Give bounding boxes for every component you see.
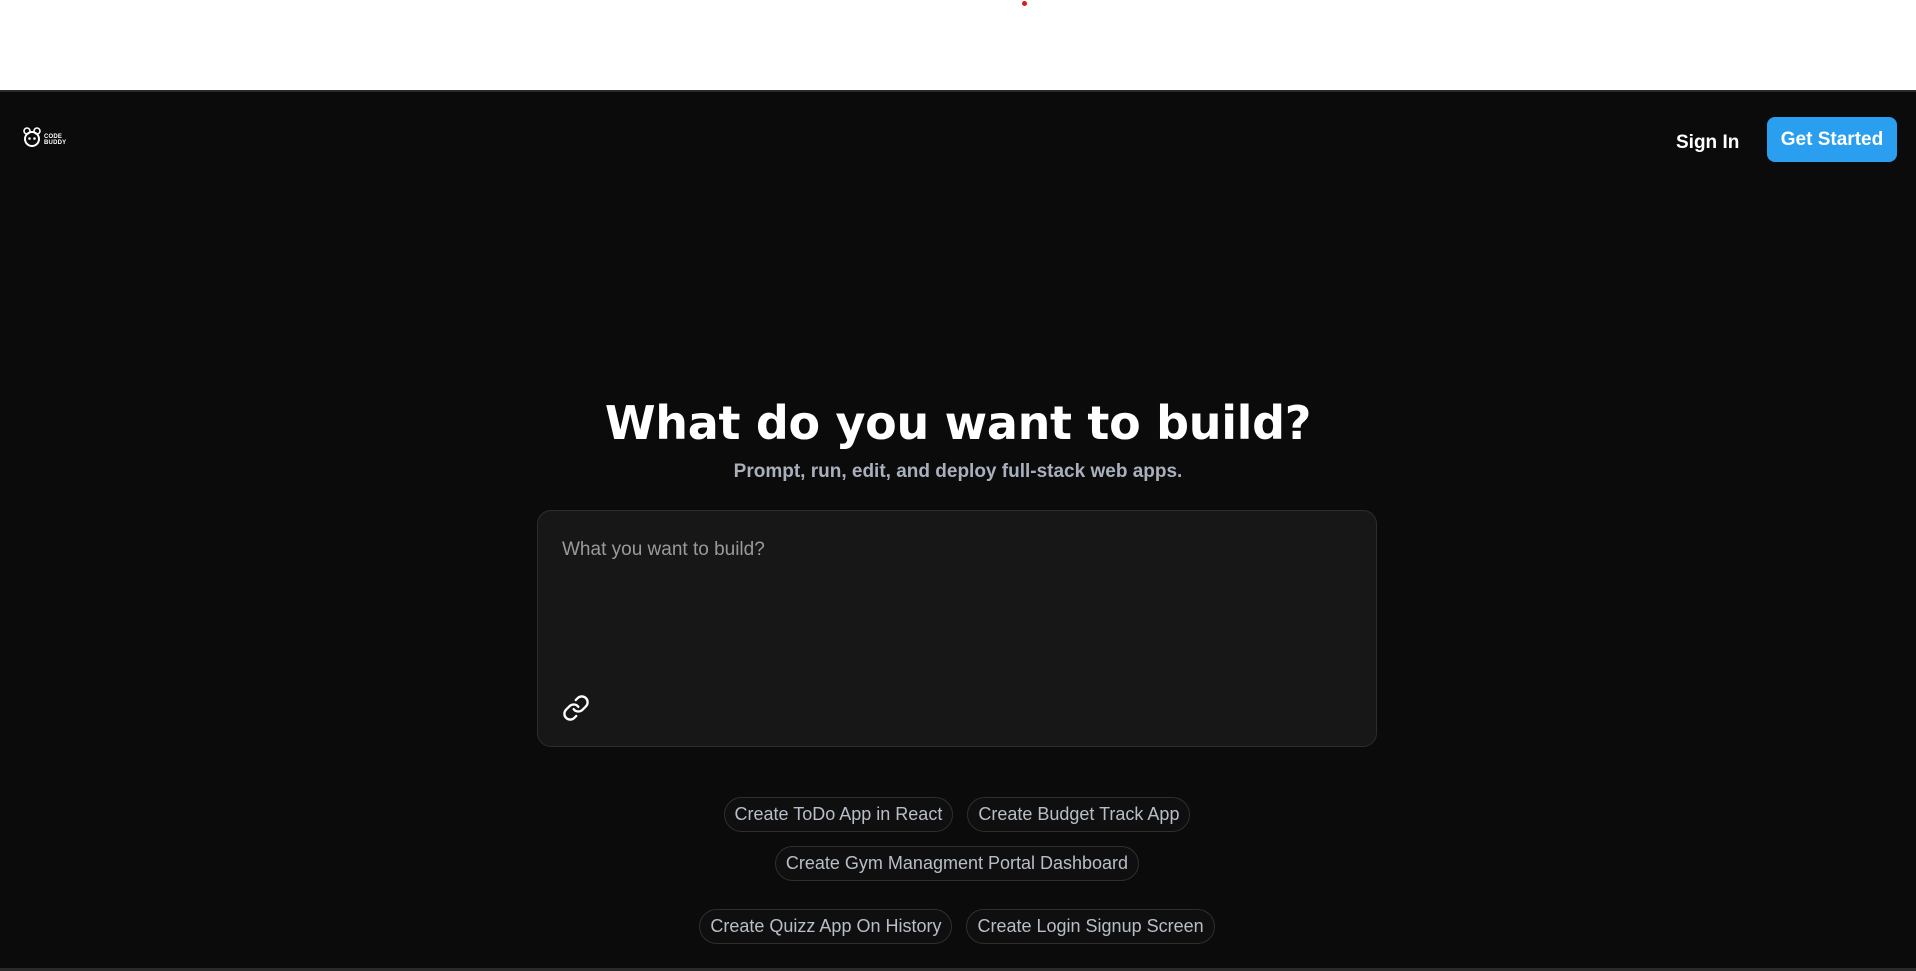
suggestion-chip-todo[interactable]: Create ToDo App in React xyxy=(723,797,954,832)
suggestion-chip-login[interactable]: Create Login Signup Screen xyxy=(966,909,1215,944)
get-started-button[interactable]: Get Started xyxy=(1767,117,1897,162)
page-subtitle: Prompt, run, edit, and deploy full-stack… xyxy=(733,461,1183,482)
recording-dot-icon xyxy=(1022,1,1027,6)
browser-top-area xyxy=(0,0,1916,90)
suggestion-chip-quiz[interactable]: Create Quizz App On History xyxy=(699,909,953,944)
app-window: CODE BUDDY Sign In Get Started What do y… xyxy=(0,90,1916,971)
suggestion-chip-gym[interactable]: Create Gym Managment Portal Dashboard xyxy=(774,846,1140,881)
prompt-box xyxy=(537,510,1377,747)
logo[interactable]: CODE BUDDY xyxy=(22,126,66,148)
logo-line-2: BUDDY xyxy=(44,140,67,146)
page-title: What do you want to build? xyxy=(604,396,1312,450)
link-icon[interactable] xyxy=(562,694,590,722)
suggestion-chip-budget[interactable]: Create Budget Track App xyxy=(967,797,1191,832)
logo-mark-icon xyxy=(23,127,41,147)
suggestion-list: Create ToDo App in React Create Budget T… xyxy=(537,797,1377,944)
sign-in-button[interactable]: Sign In xyxy=(1654,121,1761,165)
logo-text: CODE BUDDY xyxy=(44,134,66,146)
prompt-input[interactable] xyxy=(562,539,1342,659)
